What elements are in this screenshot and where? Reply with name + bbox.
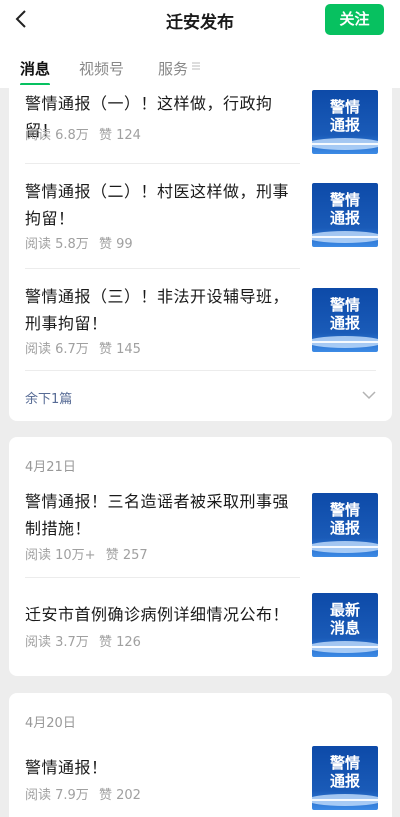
article-item[interactable]: 警情通报（二）！村医这样做，刑事拘留！ 阅读 5.8万 赞 99 警情 通报: [25, 178, 378, 252]
like-count: 赞 99: [98, 237, 133, 252]
divider: [25, 577, 300, 578]
tab-messages[interactable]: 消息: [20, 58, 50, 79]
thumbnail-label: 消息: [330, 619, 360, 637]
article-meta: 阅读 6.7万 赞 145: [25, 338, 147, 357]
like-count: 赞 124: [98, 128, 141, 143]
divider: [25, 268, 300, 269]
message-group: 警情通报（一）！这样做，行政拘留！ 阅读 6.8万 赞 124 警情 通报 警情通…: [9, 85, 392, 421]
article-item[interactable]: 警情通报（三）！非法开设辅导班，刑事拘留！ 阅读 6.7万 赞 145 警情 通报: [25, 283, 378, 357]
article-item[interactable]: 迁安市首例确诊病例详细情况公布！ 阅读 3.7万 赞 126 最新 消息: [25, 593, 378, 661]
thumbnail-label: 通报: [330, 314, 360, 332]
thumbnail-label: 通报: [330, 209, 360, 227]
thumbnail-label: 最新: [330, 601, 360, 619]
article-item[interactable]: 警情通报（一）！这样做，行政拘留！ 阅读 6.8万 赞 124 警情 通报: [25, 90, 378, 158]
read-count: 阅读 7.9万: [25, 788, 89, 803]
article-item[interactable]: 警情通报！ 阅读 7.9万 赞 202 警情 通报: [25, 746, 378, 814]
article-meta: 阅读 3.7万 赞 126: [25, 631, 147, 650]
thumbnail-label: 警情: [329, 98, 360, 116]
article-thumbnail: 警情 通报: [312, 746, 378, 810]
article-thumbnail: 警情 通报: [312, 493, 378, 557]
tab-services[interactable]: 服务: [158, 58, 188, 79]
group-date: 4月20日: [25, 716, 76, 731]
article-thumbnail: 警情 通报: [312, 288, 378, 352]
divider: [25, 370, 376, 371]
article-title: 警情通报！三名造谣者被采取刑事强制措施！: [25, 492, 290, 538]
divider: [25, 163, 300, 164]
message-group: 4月20日 警情通报！ 阅读 7.9万 赞 202 警情 通报: [9, 693, 392, 817]
article-title: 警情通报！: [25, 758, 108, 777]
article-meta: 阅读 7.9万 赞 202: [25, 784, 147, 803]
article-title: 迁安市首例确诊病例详细情况公布！: [25, 605, 290, 624]
read-count: 阅读 10万+: [25, 548, 96, 563]
thumbnail-label: 通报: [330, 116, 360, 134]
tab-bar: 消息 视频号 服务: [0, 40, 400, 88]
article-title: 警情通报（三）！非法开设辅导班，刑事拘留！: [25, 287, 290, 333]
like-count: 赞 202: [98, 788, 141, 803]
menu-lines-icon: [192, 62, 200, 70]
article-title: 警情通报（二）！村医这样做，刑事拘留！: [25, 182, 290, 228]
like-count: 赞 257: [105, 548, 148, 563]
thumbnail-label: 警情: [329, 501, 360, 519]
thumbnail-label: 警情: [329, 296, 360, 314]
read-count: 阅读 5.8万: [25, 237, 89, 252]
thumbnail-label: 通报: [330, 519, 360, 537]
thumbnail-label: 警情: [329, 754, 360, 772]
like-count: 赞 145: [98, 342, 141, 357]
message-group: 4月21日 警情通报！三名造谣者被采取刑事强制措施！ 阅读 10万+ 赞 257…: [9, 437, 392, 676]
read-count: 阅读 3.7万: [25, 635, 89, 650]
read-count: 阅读 6.7万: [25, 342, 89, 357]
tab-video[interactable]: 视频号: [79, 58, 124, 79]
article-item[interactable]: 警情通报！三名造谣者被采取刑事强制措施！ 阅读 10万+ 赞 257 警情 通报: [25, 488, 378, 563]
remaining-articles-link[interactable]: 余下1篇: [25, 388, 72, 407]
article-thumbnail: 警情 通报: [312, 90, 378, 154]
article-meta: 阅读 6.8万 赞 124: [25, 124, 147, 143]
top-bar: 迁安发布 关注: [0, 0, 400, 40]
like-count: 赞 126: [98, 635, 141, 650]
chevron-down-icon[interactable]: [362, 390, 376, 400]
article-thumbnail: 最新 消息: [312, 593, 378, 657]
thumbnail-label: 通报: [330, 772, 360, 790]
read-count: 阅读 6.8万: [25, 128, 89, 143]
thumbnail-label: 警情: [329, 191, 360, 209]
article-meta: 阅读 5.8万 赞 99: [25, 233, 139, 252]
follow-button[interactable]: 关注: [325, 4, 384, 35]
article-thumbnail: 警情 通报: [312, 183, 378, 247]
article-meta: 阅读 10万+ 赞 257: [25, 544, 154, 563]
group-date: 4月21日: [25, 460, 76, 475]
